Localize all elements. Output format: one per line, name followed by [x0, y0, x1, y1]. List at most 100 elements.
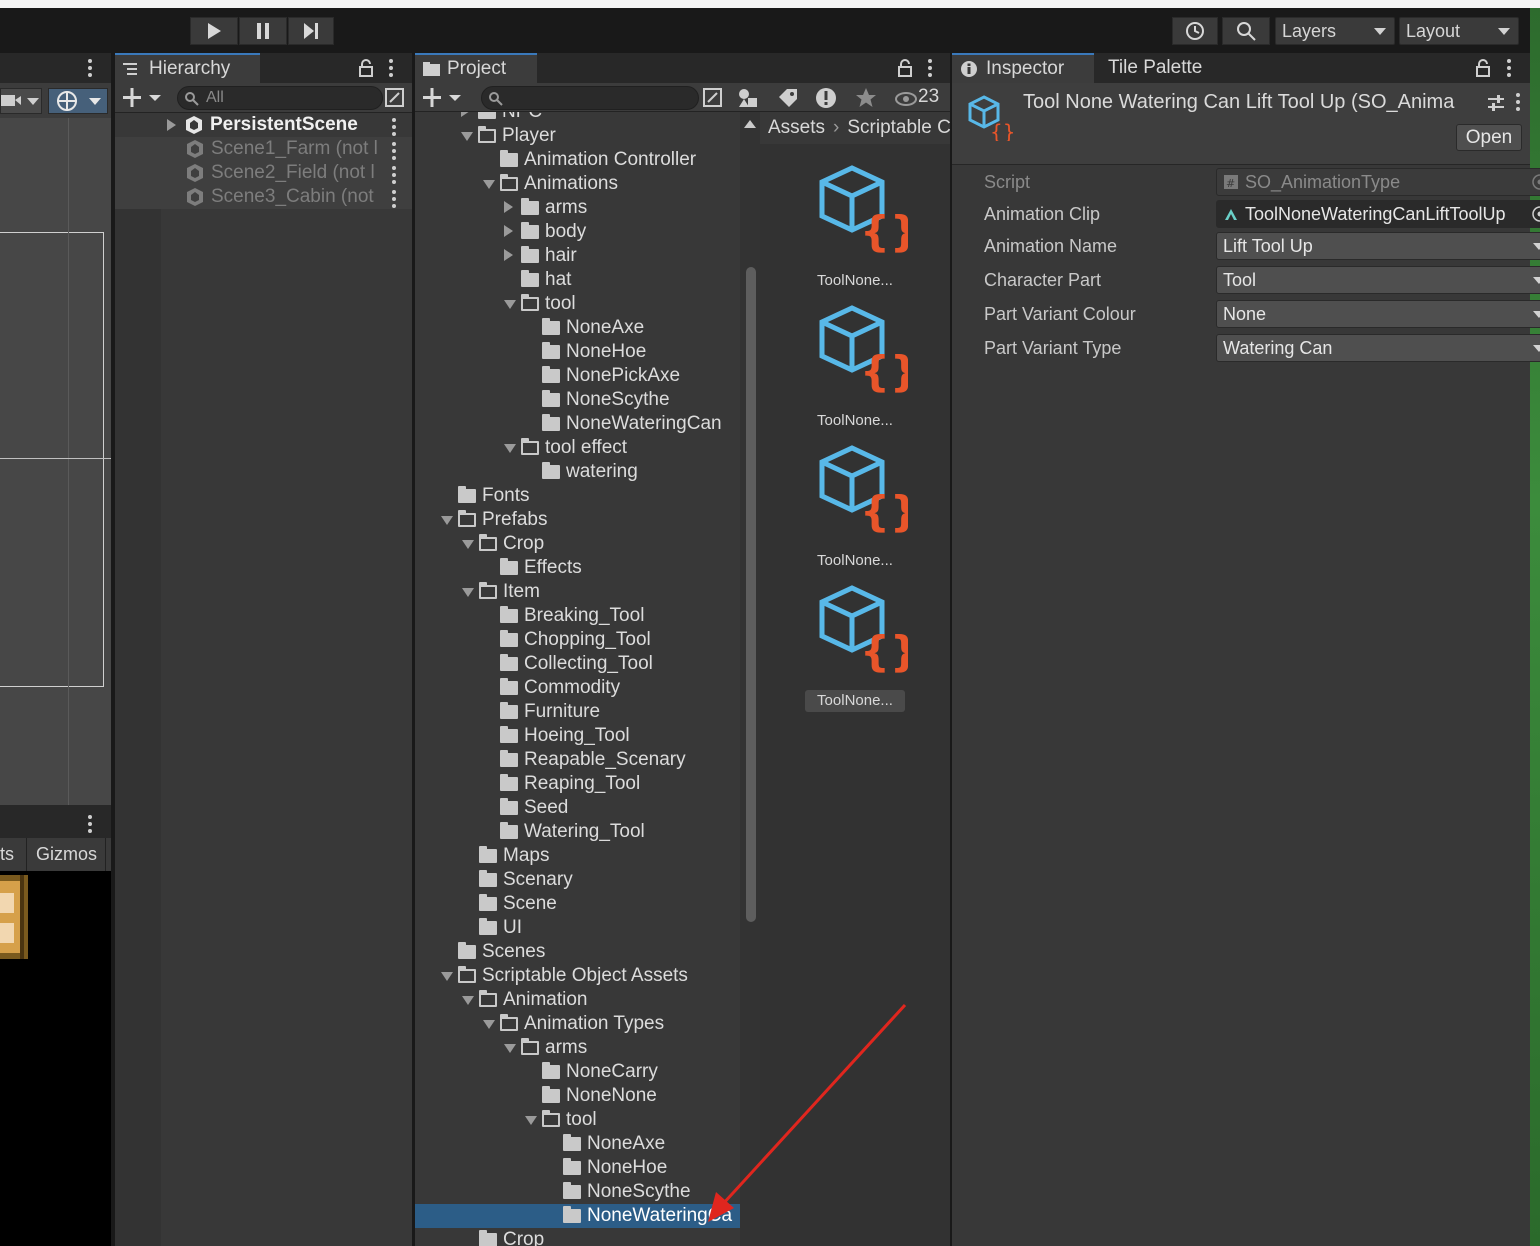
- lock-icon[interactable]: [1475, 59, 1491, 77]
- tree-row[interactable]: Watering_Tool: [415, 820, 740, 844]
- asset-item[interactable]: {} ToolNone...: [760, 582, 950, 712]
- tree-row[interactable]: NoneScythe: [415, 1180, 740, 1204]
- tree-row[interactable]: NoneHoe: [415, 340, 740, 364]
- tree-row[interactable]: NoneWateringCa: [415, 1204, 740, 1228]
- more-options-icon[interactable]: [1516, 93, 1520, 114]
- hierarchy-row[interactable]: Scene1_Farm (not l: [115, 137, 412, 161]
- tree-row[interactable]: UI: [415, 916, 740, 940]
- more-options-icon[interactable]: [389, 59, 393, 80]
- animation-clip-field[interactable]: ToolNoneWateringCanLiftToolUp: [1216, 200, 1540, 228]
- favorite-star-icon[interactable]: [855, 87, 877, 109]
- tree-row[interactable]: Collecting_Tool: [415, 652, 740, 676]
- tree-row[interactable]: watering: [415, 460, 740, 484]
- create-dropdown[interactable]: [421, 86, 465, 110]
- more-options-icon[interactable]: [1507, 59, 1511, 80]
- tree-row[interactable]: hat: [415, 268, 740, 292]
- collapse-arrow-icon[interactable]: [461, 132, 473, 141]
- game-view[interactable]: [0, 871, 111, 1246]
- tree-row[interactable]: Chopping_Tool: [415, 628, 740, 652]
- label-tag-icon[interactable]: [777, 87, 799, 109]
- asset-item[interactable]: {} ToolNone...: [760, 302, 950, 432]
- tree-row[interactable]: Scenes: [415, 940, 740, 964]
- tree-row[interactable]: NoneAxe: [415, 316, 740, 340]
- camera-dropdown[interactable]: [0, 88, 42, 114]
- tab-tile-palette[interactable]: Tile Palette: [1100, 53, 1240, 83]
- collapse-arrow-icon[interactable]: [462, 540, 474, 549]
- tree-row[interactable]: tool effect: [415, 436, 740, 460]
- tree-row[interactable]: Furniture: [415, 700, 740, 724]
- tree-row[interactable]: tool: [415, 292, 740, 316]
- collapse-arrow-icon[interactable]: [504, 1044, 516, 1053]
- collapse-arrow-icon[interactable]: [483, 180, 495, 189]
- tree-row[interactable]: NoneAxe: [415, 1132, 740, 1156]
- tab-hierarchy[interactable]: Hierarchy: [115, 53, 260, 83]
- character-part-dropdown[interactable]: Tool: [1216, 266, 1540, 294]
- collapse-arrow-icon[interactable]: [462, 588, 474, 597]
- layers-dropdown[interactable]: Layers: [1275, 17, 1395, 45]
- hierarchy-row[interactable]: Scene3_Cabin (not: [115, 185, 412, 209]
- hidden-packages-eye-icon[interactable]: [895, 91, 917, 107]
- tree-row[interactable]: Crop: [415, 532, 740, 556]
- collapse-arrow-icon[interactable]: [504, 444, 516, 453]
- layout-dropdown[interactable]: Layout: [1399, 17, 1519, 45]
- more-options-icon[interactable]: [392, 142, 396, 163]
- gizmo-orientation-dropdown[interactable]: [48, 88, 108, 114]
- presets-sliders-icon[interactable]: [1486, 93, 1506, 113]
- step-button[interactable]: [288, 17, 334, 45]
- breadcrumb-assets[interactable]: Assets: [768, 117, 825, 139]
- open-button[interactable]: Open: [1456, 124, 1522, 151]
- warning-icon[interactable]: [815, 87, 837, 109]
- tree-row[interactable]: Item: [415, 580, 740, 604]
- tree-row[interactable]: NoneCarry: [415, 1060, 740, 1084]
- tree-row[interactable]: NPC: [415, 112, 740, 124]
- hierarchy-row[interactable]: PersistentScene: [115, 113, 412, 137]
- tree-row[interactable]: Crop: [415, 1228, 740, 1246]
- expand-arrow-icon[interactable]: [504, 225, 513, 237]
- expand-arrow-icon[interactable]: [504, 249, 513, 261]
- part-variant-colour-dropdown[interactable]: None: [1216, 300, 1540, 328]
- tree-row[interactable]: Animation Types: [415, 1012, 740, 1036]
- collapse-arrow-icon[interactable]: [462, 996, 474, 1005]
- search-button[interactable]: [1222, 17, 1270, 45]
- more-options-icon[interactable]: [392, 118, 396, 139]
- gizmos-button[interactable]: Gizmos: [28, 838, 106, 871]
- tree-row[interactable]: Effects: [415, 556, 740, 580]
- hierarchy-search-input[interactable]: All: [177, 86, 383, 110]
- tree-row[interactable]: Scene: [415, 892, 740, 916]
- more-options-icon[interactable]: [88, 815, 92, 836]
- scroll-up-arrow-icon[interactable]: [744, 120, 756, 128]
- expand-arrow-icon[interactable]: [461, 112, 470, 117]
- maximize-icon[interactable]: [385, 88, 405, 108]
- collapse-arrow-icon[interactable]: [441, 516, 453, 525]
- collapse-arrow-icon[interactable]: [504, 300, 516, 309]
- more-options-icon[interactable]: [88, 59, 92, 80]
- tree-row[interactable]: Breaking_Tool: [415, 604, 740, 628]
- tree-row[interactable]: NoneScythe: [415, 388, 740, 412]
- filter-by-type-icon[interactable]: [737, 87, 759, 109]
- history-button[interactable]: [1172, 17, 1218, 45]
- tree-row[interactable]: Fonts: [415, 484, 740, 508]
- expand-arrow-icon[interactable]: [167, 119, 176, 131]
- scene-view-canvas[interactable]: [0, 118, 111, 805]
- tree-row[interactable]: Reaping_Tool: [415, 772, 740, 796]
- tree-row[interactable]: NonePickAxe: [415, 364, 740, 388]
- tree-row[interactable]: Reapable_Scenary: [415, 748, 740, 772]
- tree-row[interactable]: arms: [415, 1036, 740, 1060]
- tree-row[interactable]: hair: [415, 244, 740, 268]
- tree-row[interactable]: tool: [415, 1108, 740, 1132]
- tree-row[interactable]: Seed: [415, 796, 740, 820]
- tree-row[interactable]: Animation Controller: [415, 148, 740, 172]
- tree-row[interactable]: body: [415, 220, 740, 244]
- breadcrumb-scriptable[interactable]: Scriptable C: [847, 117, 950, 139]
- collapse-arrow-icon[interactable]: [441, 972, 453, 981]
- tree-row[interactable]: Scenary: [415, 868, 740, 892]
- lock-icon[interactable]: [897, 59, 913, 77]
- hierarchy-row[interactable]: Scene2_Field (not l: [115, 161, 412, 185]
- lock-icon[interactable]: [358, 59, 374, 77]
- play-button[interactable]: [190, 17, 238, 45]
- maximize-icon[interactable]: [703, 88, 723, 108]
- tree-row[interactable]: NoneNone: [415, 1084, 740, 1108]
- tree-row[interactable]: Hoeing_Tool: [415, 724, 740, 748]
- tree-row[interactable]: Commodity: [415, 676, 740, 700]
- tree-row[interactable]: NoneWateringCan: [415, 412, 740, 436]
